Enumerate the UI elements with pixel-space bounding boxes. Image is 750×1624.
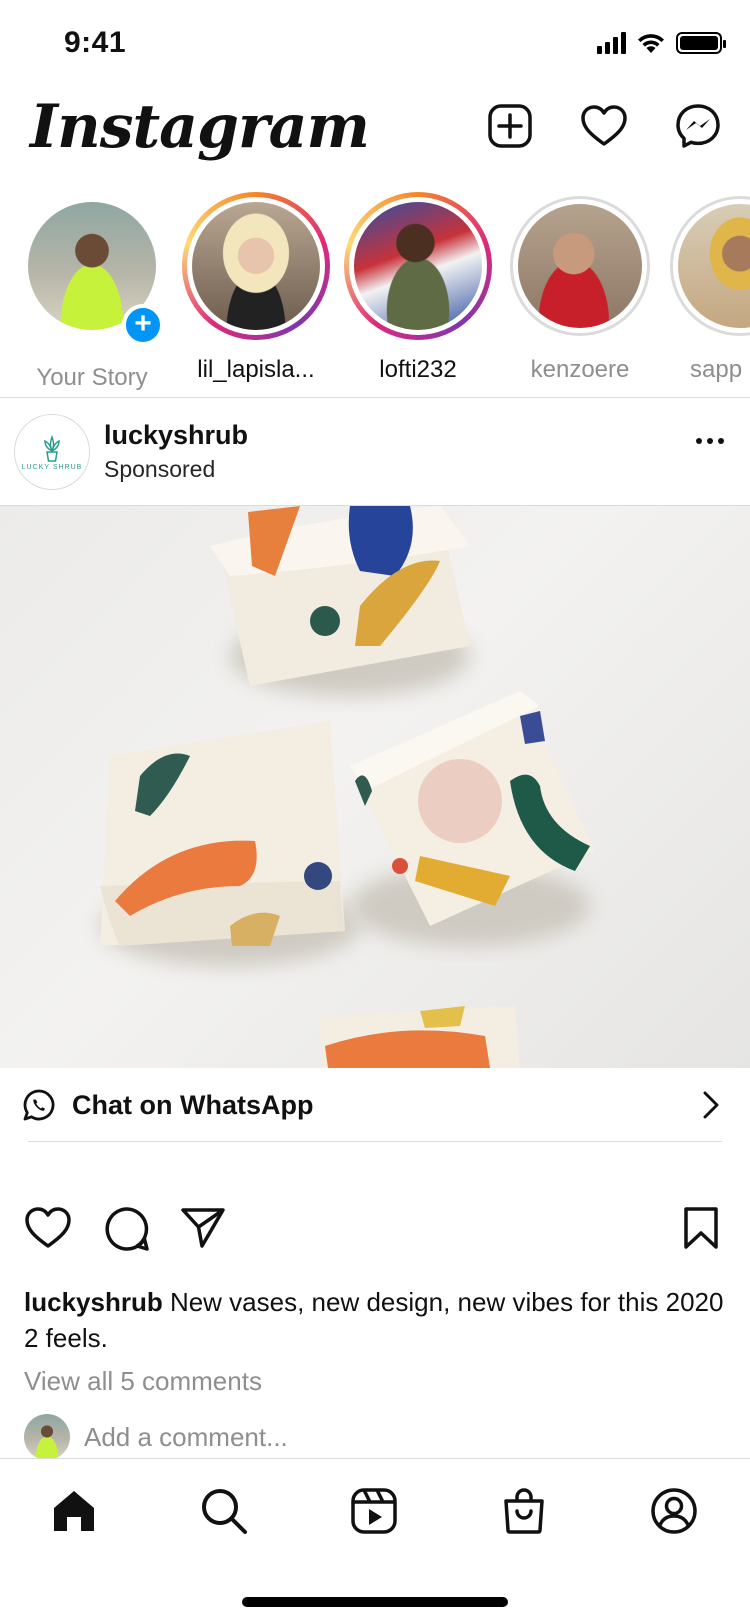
story-item[interactable]: lil_lapisla... [176, 192, 336, 384]
home-icon [54, 1491, 94, 1531]
avatar [192, 202, 320, 330]
ceramic-cups-photo [100, 506, 595, 1068]
story-ring [182, 192, 330, 340]
story-ring [670, 196, 750, 336]
add-comment-row[interactable]: Add a comment... [24, 1412, 288, 1462]
post-header: LUCKY SHRUB luckyshrub Sponsored [0, 398, 750, 506]
app-header: Instagram [0, 92, 750, 188]
tab-profile[interactable] [646, 1483, 702, 1539]
story-item[interactable]: sapp [666, 192, 750, 384]
add-comment-input[interactable]: Add a comment... [84, 1422, 288, 1453]
story-name: Your Story [36, 364, 148, 391]
instagram-feed-screen: 9:41 Instagram + Your Story lil_lapisla.… [0, 0, 750, 1624]
save-bookmark-icon[interactable] [682, 1206, 720, 1250]
post-username[interactable]: luckyshrub [104, 420, 248, 451]
post-image[interactable] [0, 506, 750, 1068]
reels-icon [351, 1488, 397, 1534]
tab-bar [0, 1458, 750, 1624]
tab-reels[interactable] [346, 1483, 402, 1539]
view-comments-link[interactable]: View all 5 comments [24, 1366, 262, 1397]
comment-icon[interactable] [104, 1206, 150, 1252]
stories-tray: + Your Story lil_lapisla... lofti232 ken… [0, 192, 750, 392]
battery-icon [676, 32, 726, 54]
header-actions [486, 102, 722, 150]
story-name: sapp [690, 356, 743, 383]
whatsapp-cta[interactable]: Chat on WhatsApp [0, 1068, 750, 1142]
story-ring: + [18, 202, 166, 350]
post-actions [0, 1200, 750, 1264]
plant-logo-icon [44, 434, 60, 462]
status-icons [597, 32, 726, 54]
tab-home[interactable] [46, 1483, 102, 1539]
story-item[interactable]: lofti232 [338, 192, 498, 384]
story-name: lil_lapisla... [197, 356, 315, 383]
home-indicator [242, 1597, 508, 1607]
avatar [678, 204, 750, 328]
post-caption: luckyshrub New vases, new design, new vi… [24, 1284, 724, 1356]
story-name: lofti232 [379, 356, 457, 383]
status-time: 9:41 [64, 26, 127, 59]
story-your-story[interactable]: + Your Story [12, 192, 172, 392]
more-options-icon[interactable] [696, 438, 724, 444]
sponsored-label: Sponsored [104, 456, 216, 482]
story-ring [510, 196, 650, 336]
heart-icon [581, 105, 627, 146]
like-heart-icon[interactable] [24, 1206, 72, 1250]
cta-label: Chat on WhatsApp [72, 1090, 314, 1120]
profile-icon [651, 1488, 697, 1534]
status-bar: 9:41 [0, 0, 750, 92]
avatar [354, 202, 482, 330]
tab-search[interactable] [196, 1483, 252, 1539]
story-name: kenzoere [530, 356, 630, 383]
cellular-signal-icon [597, 32, 626, 54]
plus-square-icon [488, 104, 532, 148]
messenger-icon [676, 104, 720, 148]
activity-button[interactable] [580, 102, 628, 150]
story-item[interactable]: kenzoere [500, 192, 660, 384]
avatar [518, 204, 642, 328]
divider [28, 1141, 722, 1142]
brand-logo-text: LUCKY SHRUB [21, 463, 83, 471]
whatsapp-icon [23, 1089, 55, 1121]
avatar [24, 1414, 70, 1460]
add-story-icon[interactable]: + [122, 304, 164, 346]
new-post-button[interactable] [486, 102, 534, 150]
messenger-button[interactable] [674, 102, 722, 150]
wifi-icon [638, 34, 664, 53]
chevron-right-icon [703, 1091, 719, 1119]
tab-shop[interactable] [496, 1483, 552, 1539]
story-ring [344, 192, 492, 340]
shop-icon [504, 1488, 544, 1534]
search-icon [202, 1489, 247, 1534]
brand-avatar[interactable]: LUCKY SHRUB [14, 414, 90, 490]
instagram-logo: Instagram [30, 92, 370, 162]
share-icon[interactable] [180, 1206, 226, 1250]
caption-username[interactable]: luckyshrub [24, 1287, 163, 1317]
